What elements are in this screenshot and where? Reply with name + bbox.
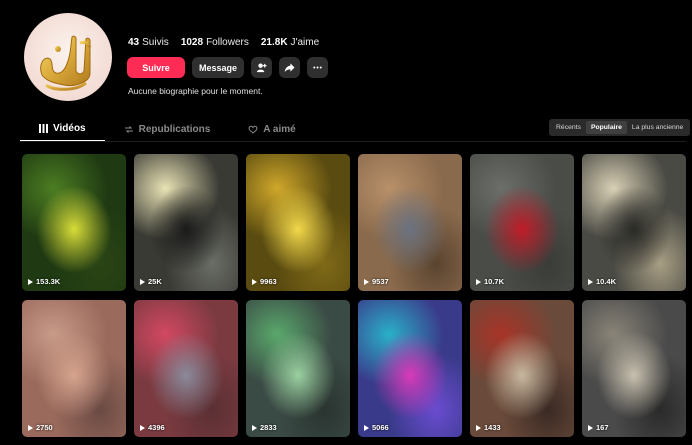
following-count[interactable]: 43 Suivis [128, 37, 169, 48]
view-count: 1433 [476, 423, 501, 432]
view-count: 25K [140, 277, 162, 286]
play-icon [28, 278, 33, 285]
view-count: 4396 [140, 423, 165, 432]
more-options-button[interactable] [307, 57, 328, 78]
play-icon [588, 278, 593, 285]
heart-icon [248, 125, 258, 134]
tab-videos[interactable]: Vidéos [20, 117, 105, 141]
view-count-label: 25K [148, 277, 162, 286]
view-count: 10.7K [476, 277, 504, 286]
video-thumbnail[interactable]: 10.7K [470, 154, 574, 291]
add-friend-button[interactable] [251, 57, 272, 78]
repost-icon [124, 125, 133, 133]
play-icon [588, 424, 593, 431]
view-count: 2833 [252, 423, 277, 432]
grid-icon [39, 124, 48, 133]
play-icon [364, 424, 369, 431]
play-icon [140, 278, 145, 285]
play-icon [476, 278, 481, 285]
profile-avatar[interactable] [24, 13, 112, 101]
message-button[interactable]: Message [192, 57, 244, 78]
view-count-label: 5066 [372, 423, 389, 432]
view-count-label: 9537 [372, 277, 389, 286]
view-count: 2750 [28, 423, 53, 432]
video-thumbnail[interactable]: 10.4K [582, 154, 686, 291]
play-icon [140, 424, 145, 431]
play-icon [28, 424, 33, 431]
view-count-label: 1433 [484, 423, 501, 432]
play-icon [252, 424, 257, 431]
video-thumbnail[interactable]: 2750 [22, 300, 126, 437]
share-button[interactable] [279, 57, 300, 78]
view-count: 167 [588, 423, 609, 432]
sort-oldest[interactable]: La plus ancienne [627, 121, 688, 134]
view-count-label: 2833 [260, 423, 277, 432]
video-thumbnail[interactable]: 153.3K [22, 154, 126, 291]
play-icon [252, 278, 257, 285]
profile-bio: Aucune biographie pour le moment. [128, 86, 263, 96]
followers-count[interactable]: 1028 Followers [181, 37, 249, 48]
video-thumbnail[interactable]: 9963 [246, 154, 350, 291]
profile-tabs: Vidéos Republications A aimé [20, 117, 315, 141]
video-thumbnail[interactable]: 4396 [134, 300, 238, 437]
view-count: 9963 [252, 277, 277, 286]
video-thumbnail[interactable]: 25K [134, 154, 238, 291]
calligraphy-logo [40, 35, 92, 91]
view-count: 10.4K [588, 277, 616, 286]
tab-reposts[interactable]: Republications [105, 117, 230, 141]
video-thumbnail[interactable]: 2833 [246, 300, 350, 437]
view-count-label: 167 [596, 423, 609, 432]
video-thumbnail[interactable]: 5066 [358, 300, 462, 437]
play-icon [364, 278, 369, 285]
view-count-label: 4396 [148, 423, 165, 432]
video-thumbnail[interactable]: 9537 [358, 154, 462, 291]
view-count: 153.3K [28, 277, 60, 286]
video-thumbnail[interactable]: 167 [582, 300, 686, 437]
play-icon [476, 424, 481, 431]
more-dots-icon [313, 66, 322, 69]
view-count-label: 10.4K [596, 277, 617, 286]
video-grid: 153.3K 25K 9963 9537 10.7K 10.4K 2750 4396 2833 5… [22, 154, 686, 437]
tab-liked[interactable]: A aimé [229, 117, 314, 141]
profile-stats: 43 Suivis 1028 Followers 21.8K J'aime [128, 37, 319, 48]
video-thumbnail[interactable]: 1433 [470, 300, 574, 437]
view-count: 5066 [364, 423, 389, 432]
add-user-icon [256, 63, 267, 73]
likes-count: 21.8K J'aime [260, 37, 320, 48]
sort-popular[interactable]: Populaire [585, 121, 627, 134]
tabs-divider [20, 141, 686, 142]
view-count: 9537 [364, 277, 389, 286]
sort-recent[interactable]: Récents [551, 121, 586, 134]
profile-actions: Suivre Message [127, 57, 328, 78]
view-count-label: 2750 [36, 423, 53, 432]
sort-selector: Récents Populaire La plus ancienne [549, 119, 691, 136]
view-count-label: 153.3K [36, 277, 61, 286]
view-count-label: 9963 [260, 277, 277, 286]
follow-button[interactable]: Suivre [127, 57, 185, 78]
share-arrow-icon [284, 63, 295, 73]
view-count-label: 10.7K [484, 277, 505, 286]
